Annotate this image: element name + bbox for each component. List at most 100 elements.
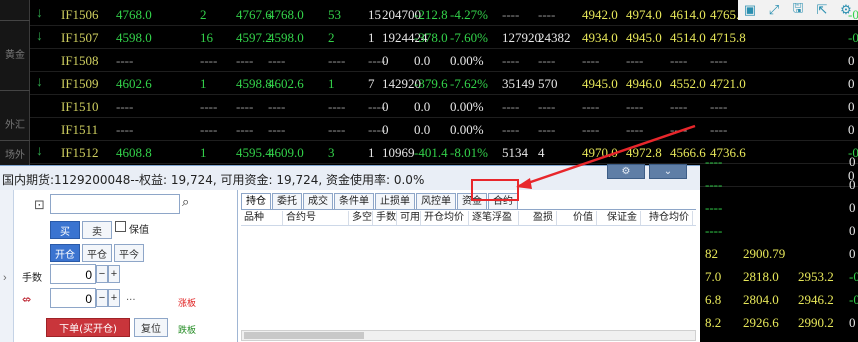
quote-cell: -378.0 [414, 30, 448, 45]
quote-cell: 4614.0 [670, 7, 706, 22]
quote-cell: 0.00% [450, 122, 484, 137]
quote-cell: 4597.2 [236, 30, 272, 45]
quote-row-tail: ---- 0 [703, 173, 858, 196]
horizontal-scrollbar[interactable] [241, 330, 696, 341]
quote-cell: 0.0 [414, 99, 431, 114]
quote-cell: 570 [538, 76, 558, 91]
quote-cell: 4974.0 [626, 7, 662, 22]
quote-row[interactable]: IF1510 ---- ---- ---- ---- ---- ---- 0 0.0 0.00% -… [30, 95, 858, 118]
restore-icon[interactable]: ⤢ [762, 0, 786, 20]
price-plus-button[interactable]: + [108, 289, 120, 307]
search-icon[interactable]: ⌕ [182, 195, 189, 210]
column-header[interactable]: 手数 [373, 211, 397, 225]
tab-1[interactable]: 委托 [272, 193, 302, 209]
hedge-checkbox[interactable] [115, 221, 126, 232]
quote-cell: 35149 [502, 76, 535, 91]
quantity-plus-button[interactable]: + [108, 265, 120, 283]
quote-cell: 82 [705, 246, 718, 261]
quote-cell: -0 [848, 145, 858, 160]
quote-row[interactable]: IF1508 ---- ---- ---- ---- ---- ---- 0 0.0 0.00% -… [30, 49, 858, 72]
quote-cell: ---- [328, 99, 346, 114]
quote-cell: ---- [538, 122, 556, 137]
quantity-minus-button[interactable]: − [96, 265, 108, 283]
column-header[interactable]: 保证金 [597, 211, 641, 225]
quote-row[interactable]: ↓ IF1506 4768.0 2 4767.6 4768.0 53 15 204700 -212… [30, 3, 858, 26]
quote-cell: -7.60% [450, 30, 488, 45]
quote-cell: ---- [116, 122, 134, 137]
panel-collapse-button[interactable]: ⌄ [649, 164, 687, 179]
quote-row[interactable]: ↓ IF1507 4598.0 16 4597.2 4598.0 2 1 1924424 -378… [30, 26, 858, 49]
contract-input[interactable] [50, 194, 180, 214]
quote-cell: 5134 [502, 145, 528, 160]
sell-button[interactable]: 卖 [82, 221, 112, 239]
column-header[interactable]: 可用 [397, 211, 421, 225]
tab-3[interactable]: 条件单 [334, 193, 374, 209]
quote-cell: ---- [626, 53, 644, 68]
quote-row-tail: ---- 0 [703, 219, 858, 242]
limit-up-label[interactable]: 涨板 [178, 296, 196, 309]
panel-settings-button[interactable]: ⚙ [607, 164, 645, 179]
quote-cell: ---- [670, 122, 688, 137]
quote-cell: 24382 [538, 30, 571, 45]
quote-cell: -0 [848, 7, 858, 22]
category-tab-gold[interactable]: 黄金 [0, 20, 30, 90]
column-header[interactable]: 多空 [349, 211, 373, 225]
quote-cell: -0 [849, 292, 858, 307]
column-header[interactable]: 逐笔浮盈 [469, 211, 519, 225]
quote-cell: 4945.0 [626, 30, 662, 45]
column-header[interactable]: 开仓均价 [421, 211, 469, 225]
column-header[interactable]: 品种 [241, 211, 283, 225]
quantity-input[interactable]: 0 [50, 264, 96, 284]
quote-cell: 7 [368, 76, 375, 91]
tab-5[interactable]: 风控单 [416, 193, 456, 209]
price-minus-button[interactable]: − [96, 289, 108, 307]
quote-row-tail: 7.0 2818.0 2953.2 -0 [703, 265, 858, 288]
open-button[interactable]: 开仓 [50, 244, 80, 262]
price-input[interactable]: 0 [50, 288, 96, 308]
quote-cell: -7.62% [450, 76, 488, 91]
quote-cell: ---- [705, 200, 723, 215]
expand-arrow-icon[interactable]: › [3, 272, 7, 284]
limit-down-label[interactable]: 跌板 [178, 323, 196, 336]
panel-side-strip[interactable]: › [0, 190, 14, 342]
quote-cell: 4768.0 [116, 7, 152, 22]
close-today-button[interactable]: 平今 [114, 244, 144, 262]
quote-cell: 2946.2 [798, 292, 834, 307]
quote-cell: ---- [670, 99, 688, 114]
quote-cell: 4715.8 [710, 30, 746, 45]
column-header[interactable]: 持仓均价 [641, 211, 693, 225]
quote-cell: 4598.8 [236, 76, 272, 91]
quote-cell: 0 [849, 200, 856, 215]
reset-button[interactable]: 复位 [134, 318, 168, 337]
buy-button[interactable]: 买 [50, 221, 80, 239]
column-header[interactable]: 盈损 [519, 211, 557, 225]
price-more-button[interactable]: ... [126, 292, 136, 303]
column-header[interactable]: 价值 [557, 211, 597, 225]
quote-cell: 4970.0 [582, 145, 618, 160]
quote-cell: 0.00% [450, 53, 484, 68]
contract-code: IF1506 [61, 7, 99, 22]
quote-cell: 4602.6 [268, 76, 304, 91]
quote-cell: -0 [849, 269, 858, 284]
scrollbar-thumb[interactable] [244, 332, 364, 339]
quote-cell: -0 [848, 30, 858, 45]
quote-row[interactable]: IF1511 ---- ---- ---- ---- ---- ---- 0 0.0 0.00% -… [30, 118, 858, 141]
quote-row-tail: 8.2 2926.6 2990.2 0 [703, 311, 858, 334]
quote-cell: ---- [268, 53, 286, 68]
quote-row[interactable]: ↓ IF1509 4602.6 1 4598.8 4602.6 1 7 142920 -379.6… [30, 72, 858, 95]
export-icon[interactable]: ⇱ [810, 0, 834, 20]
quote-cell: 4945.0 [582, 76, 618, 91]
quote-cell: 2 [328, 30, 335, 45]
save-icon[interactable]: 🖫 [786, 0, 810, 20]
column-header[interactable]: 合约号 [283, 211, 349, 225]
hedge-label: 保值 [129, 225, 149, 236]
quote-cell: 2926.6 [743, 315, 779, 330]
close-button[interactable]: 平仓 [82, 244, 112, 262]
place-order-button[interactable]: 下单(买开仓) [46, 318, 130, 337]
tab-4[interactable]: 止损单 [375, 193, 415, 209]
tab-2[interactable]: 成交 [303, 193, 333, 209]
contract-icon[interactable]: ⊡ [34, 198, 45, 213]
tab-0[interactable]: 持仓 [241, 193, 271, 209]
quote-cell: 2990.2 [798, 315, 834, 330]
window-icon[interactable]: ▣ [738, 0, 762, 20]
